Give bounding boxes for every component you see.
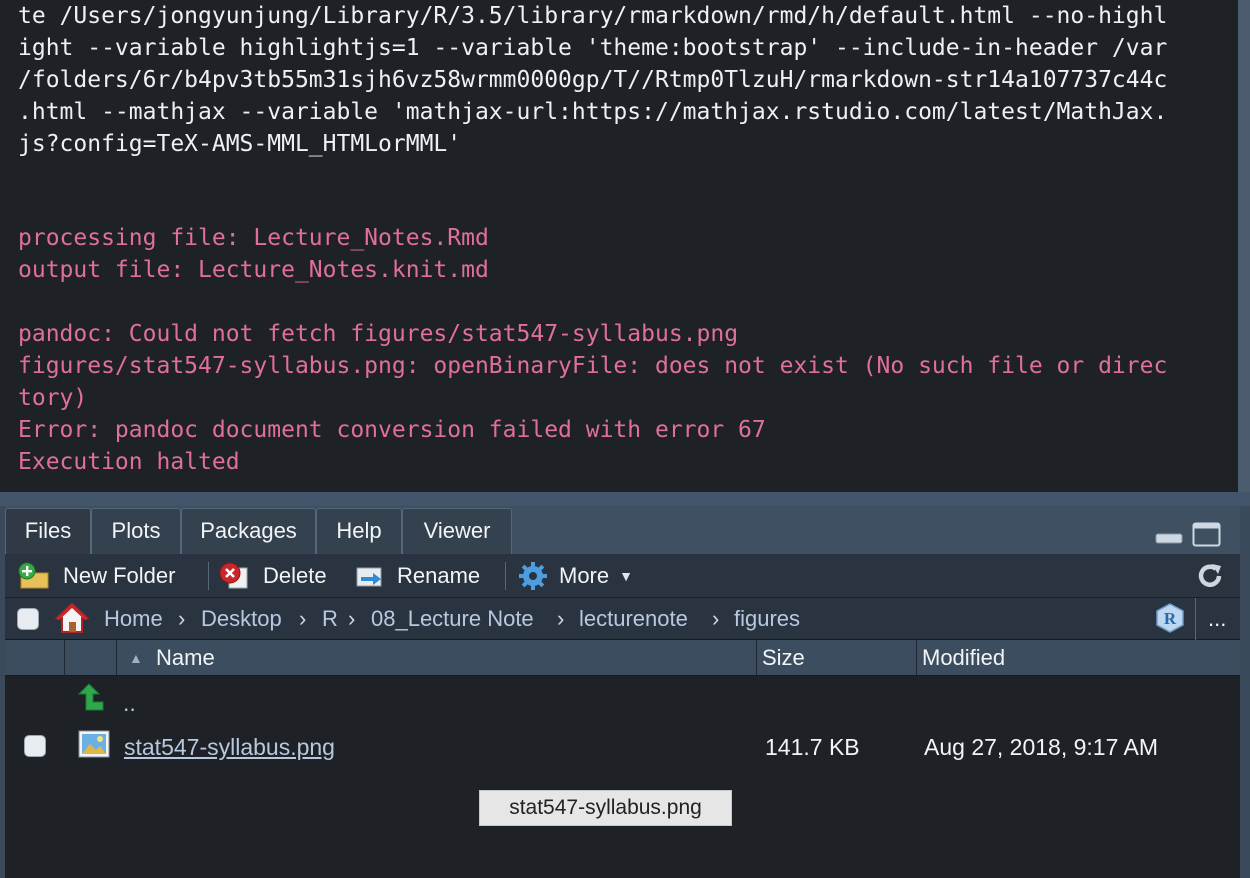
chevron-right-icon: ›: [557, 606, 565, 631]
new-folder-label: New Folder: [63, 563, 176, 588]
breadcrumb-08-lecture-note[interactable]: 08_Lecture Note: [371, 598, 534, 640]
header-modified-column[interactable]: Modified: [917, 640, 1240, 676]
maximize-icon[interactable]: [1192, 522, 1222, 553]
sort-up-icon: ▲: [129, 650, 143, 666]
file-name-link[interactable]: stat547-syllabus.png: [124, 734, 335, 761]
header-name-column[interactable]: ▲ Name: [117, 640, 757, 676]
breadcrumb-figures[interactable]: figures: [734, 598, 800, 640]
header-modified-label: Modified: [922, 645, 1006, 670]
console-error-line: tory): [18, 385, 88, 411]
caret-down-icon: ▼: [619, 568, 633, 584]
header-icon-column: [65, 640, 117, 676]
table-row: stat547-syllabus.png 141.7 KB Aug 27, 20…: [5, 726, 1240, 770]
more-menu-button[interactable]: More ▼: [517, 558, 633, 594]
tab-bar: Files Plots Packages Help Viewer: [5, 506, 1240, 554]
header-name-label: Name: [156, 645, 215, 670]
breadcrumb-home[interactable]: Home: [104, 598, 163, 640]
console-output-line: te /Users/jongyunjung/Library/R/3.5/libr…: [18, 3, 1168, 29]
chevron-right-icon: ›: [178, 606, 186, 631]
select-all-checkbox[interactable]: [17, 608, 39, 630]
console-processing-line: processing file: Lecture_Notes.Rmd: [18, 225, 489, 251]
up-arrow-icon: [77, 682, 105, 717]
svg-text:R: R: [1164, 609, 1177, 628]
breadcrumb-lecturenote[interactable]: lecturenote: [579, 598, 688, 640]
rename-label: Rename: [397, 563, 481, 588]
new-folder-button[interactable]: New Folder: [17, 558, 175, 594]
tab-files[interactable]: Files: [5, 508, 91, 554]
file-list-header: ▲ Name Size Modified: [5, 640, 1240, 676]
file-name-tooltip: stat547-syllabus.png: [479, 790, 732, 826]
console-pane: te /Users/jongyunjung/Library/R/3.5/libr…: [0, 0, 1250, 492]
image-file-icon: [78, 729, 110, 764]
minimize-icon[interactable]: [1155, 532, 1183, 550]
tab-plots[interactable]: Plots: [91, 508, 181, 554]
chevron-right-icon: ›: [299, 606, 307, 631]
delete-button[interactable]: Delete: [219, 558, 327, 594]
header-size-column[interactable]: Size: [757, 640, 917, 676]
console-output-line: /folders/6r/b4pv3tb55m31sjh6vz58wrmm0000…: [18, 67, 1168, 93]
breadcrumb: Home › Desktop › R › 08_Lecture Note › l…: [5, 598, 1240, 640]
file-size: 141.7 KB: [765, 734, 860, 760]
tab-help[interactable]: Help: [316, 508, 402, 554]
rename-icon: [355, 562, 389, 590]
breadcrumb-r[interactable]: R: [322, 598, 338, 640]
header-size-label: Size: [762, 645, 805, 670]
pane-border: [1240, 506, 1250, 878]
header-checkbox-column: [5, 640, 65, 676]
console-error-line: Error: pandoc document conversion failed…: [18, 417, 766, 443]
toolbar-divider: [505, 562, 506, 590]
chevron-right-icon: ›: [348, 606, 356, 631]
console-output-line: ight --variable highlightjs=1 --variable…: [18, 35, 1168, 61]
files-toolbar: New Folder Delete Rename More ▼: [5, 554, 1240, 598]
parent-directory-link[interactable]: ..: [123, 690, 136, 717]
rename-button[interactable]: Rename: [355, 558, 480, 594]
r-project-icon[interactable]: R: [1154, 602, 1186, 639]
home-icon[interactable]: [54, 602, 90, 639]
console-output-line: js?config=TeX-AMS-MML_HTMLorMML': [18, 131, 462, 157]
console-output-file-line: output file: Lecture_Notes.knit.md: [18, 257, 489, 283]
chevron-right-icon: ›: [712, 606, 720, 631]
new-folder-icon: [17, 562, 55, 590]
gear-icon: [517, 560, 549, 592]
refresh-icon[interactable]: [1195, 558, 1225, 594]
more-path-button[interactable]: ...: [1208, 598, 1226, 640]
delete-icon: [219, 562, 253, 590]
console-error-line: Execution halted: [18, 449, 240, 475]
file-modified: Aug 27, 2018, 9:17 AM: [924, 734, 1159, 760]
parent-directory-row[interactable]: ..: [5, 678, 1240, 722]
breadcrumb-divider: [1195, 598, 1196, 640]
pane-splitter[interactable]: [0, 492, 1250, 506]
tab-viewer[interactable]: Viewer: [402, 508, 512, 554]
toolbar-divider: [208, 562, 209, 590]
file-row-checkbox[interactable]: [24, 735, 46, 757]
console-error-line: pandoc: Could not fetch figures/stat547-…: [18, 321, 739, 347]
delete-label: Delete: [263, 563, 327, 588]
more-label: More: [559, 563, 610, 588]
breadcrumb-desktop[interactable]: Desktop: [201, 598, 282, 640]
tab-packages[interactable]: Packages: [181, 508, 316, 554]
console-error-line: figures/stat547-syllabus.png: openBinary…: [18, 353, 1168, 379]
console-output-line: .html --mathjax --variable 'mathjax-url:…: [18, 99, 1168, 125]
